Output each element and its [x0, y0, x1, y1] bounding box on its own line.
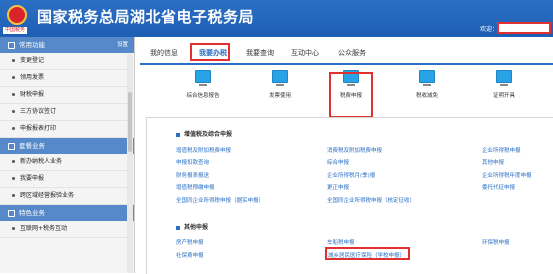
bullet-icon	[12, 177, 15, 180]
sidebar-item-label: 财税申报	[20, 91, 45, 98]
card-certificate[interactable]: 证明开具	[476, 70, 532, 99]
sidebar-section-special[interactable]: 特色业务	[0, 205, 134, 221]
link-entrusted[interactable]: 委托代征申报	[482, 183, 515, 191]
sidebar-item-new-taxpayer[interactable]: 新办纳税人业务	[0, 154, 134, 171]
welcome-label: 欢迎：	[480, 26, 499, 33]
sidebar-item-label: 我要申报	[20, 175, 45, 182]
common-icon	[8, 41, 15, 49]
sidebar-scroll-thumb[interactable]	[128, 92, 132, 152]
card-label: 发票使用	[268, 93, 291, 99]
bullet-icon	[12, 227, 15, 230]
tax-emblem-icon	[7, 5, 27, 25]
sidebar-item-label: 跨区域经营报验业务	[20, 192, 75, 199]
sidebar-item-label: 领用发票	[20, 74, 45, 81]
link-vat-prepay[interactable]: 增值税预缴申报	[176, 183, 215, 191]
card-highlight-box	[329, 72, 373, 118]
tab-interaction[interactable]: 互动中心	[291, 48, 319, 58]
link-vehicle-tax[interactable]: 车船税申报	[327, 238, 355, 246]
tab-my-info[interactable]: 我的信息	[150, 48, 178, 58]
link-income-tax[interactable]: 企业所得税申报	[482, 146, 521, 154]
link-national-actual[interactable]: 全国同企业所得税申报（据实申报）	[176, 196, 264, 204]
link-property-tax[interactable]: 房产税申报	[176, 238, 204, 246]
bullet-icon	[12, 93, 15, 96]
sidebar-item-label: 三方协议签订	[20, 108, 57, 115]
section-title-vat: 增值税及综合申报	[176, 129, 232, 138]
section-label: 套餐业务	[19, 142, 45, 150]
section-title-other: 其他申报	[176, 222, 208, 231]
link-highlight-box	[325, 247, 410, 260]
monitor-icon	[496, 70, 512, 86]
card-invoice[interactable]: 发票使用	[252, 70, 308, 99]
logo-caption: 中国税务	[3, 27, 28, 34]
top-header: 中国税务 国家税务总局湖北省电子税务局 欢迎：	[0, 0, 553, 37]
bullet-icon	[12, 127, 15, 130]
tab-query[interactable]: 我要查询	[246, 48, 274, 58]
link-income-annual[interactable]: 企业所得税年度申报	[482, 171, 532, 179]
monitor-icon	[419, 70, 435, 86]
sidebar-section-package[interactable]: 套餐业务	[0, 138, 134, 154]
card-label: 综合信息报告	[186, 93, 220, 99]
sidebar-item-label: 申报报表打印	[20, 125, 57, 132]
sidebar-item-tripartite[interactable]: 三方协议签订	[0, 104, 134, 121]
link-deduction-query[interactable]: 申报扣款查询	[176, 158, 209, 166]
sidebar-scrollbar[interactable]	[127, 54, 133, 273]
sidebar-item-tax-declaration[interactable]: 财税申报	[0, 87, 134, 104]
link-social-security[interactable]: 社保费申报	[176, 251, 204, 259]
link-comprehensive[interactable]: 综合申报	[327, 158, 349, 166]
sidebar-item-declare[interactable]: 我要申报	[0, 171, 134, 188]
link-income-quarterly[interactable]: 企业所得税月(季)报	[327, 171, 375, 179]
monitor-icon	[272, 70, 288, 86]
section-label: 常用功能	[19, 41, 45, 49]
sidebar-section-common[interactable]: 常用功能 设置	[0, 37, 134, 53]
settings-link[interactable]: 设置	[117, 37, 128, 53]
card-label: 税收减免	[415, 93, 438, 99]
site-title: 国家税务总局湖北省电子税务局	[37, 8, 255, 26]
bullet-icon	[12, 194, 15, 197]
link-consumption-tax[interactable]: 消费税及附加税费申报	[327, 146, 382, 154]
card-info-report[interactable]: 综合信息报告	[175, 70, 231, 99]
sidebar-item-cross-region[interactable]: 跨区域经营报验业务	[0, 188, 134, 205]
link-environment-tax[interactable]: 环保税申报	[482, 238, 510, 246]
link-national-assessed[interactable]: 全国同企业所得税申报（核定征收）	[327, 196, 415, 204]
sidebar-item-label: 新办纳税人业务	[20, 158, 63, 165]
sidebar-item-label: 互联网+税务互动	[20, 225, 68, 232]
link-correction[interactable]: 更正申报	[327, 183, 349, 191]
sidebar-item-invoice[interactable]: 领用发票	[0, 70, 134, 87]
card-tax-relief[interactable]: 税收减免	[399, 70, 455, 99]
sidebar-item-change-registration[interactable]: 变更登记	[0, 53, 134, 70]
bullet-icon	[12, 59, 15, 62]
sidebar: 常用功能 设置 变更登记 领用发票 财税申报 三方协议签订 申报报表打印 套餐业…	[0, 37, 135, 273]
tab-highlight-box	[190, 43, 230, 61]
section-label: 特色业务	[19, 209, 45, 217]
link-vat-declare[interactable]: 增值税及附加税费申报	[176, 146, 231, 154]
sidebar-item-internet-tax[interactable]: 互联网+税务互动	[0, 221, 134, 238]
link-other[interactable]: 其他申报	[482, 158, 504, 166]
monitor-icon	[195, 70, 211, 86]
bullet-icon	[12, 76, 15, 79]
bullet-icon	[12, 110, 15, 113]
tab-public-service[interactable]: 公众服务	[338, 48, 366, 58]
user-name-box[interactable]	[497, 22, 551, 34]
bullet-icon	[12, 160, 15, 163]
sidebar-item-print[interactable]: 申报报表打印	[0, 121, 134, 138]
package-icon	[8, 142, 15, 150]
special-icon	[8, 209, 15, 217]
card-label: 证明开具	[492, 93, 515, 99]
link-financial-report[interactable]: 财务报表报送	[176, 171, 209, 179]
sidebar-item-label: 变更登记	[20, 57, 45, 64]
